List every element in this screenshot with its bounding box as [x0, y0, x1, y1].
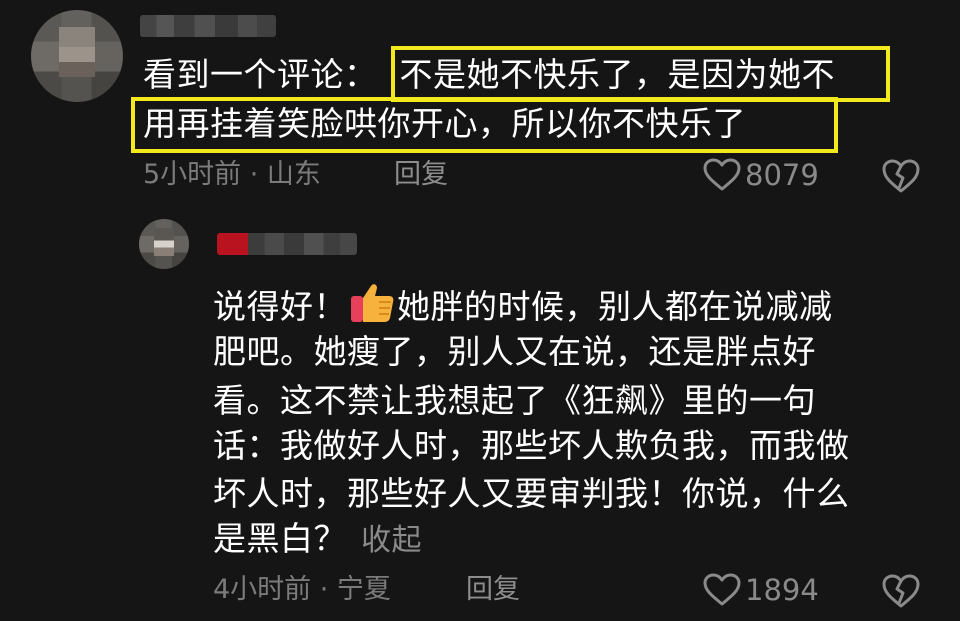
reply-text-segment: 说得好！ [213, 287, 347, 326]
reply-text-segment: 是黑白？ [213, 519, 347, 558]
reply-text-segment: 她胖的时候，别人都在说减减 [397, 287, 833, 326]
comment-reply-button[interactable]: 回复 [394, 158, 448, 192]
username-blurred[interactable] [140, 15, 276, 37]
heart-icon [703, 158, 741, 192]
comment-like-count: 8079 [745, 158, 819, 192]
reply-reply-button[interactable]: 回复 [466, 573, 520, 607]
reply-avatar[interactable] [139, 219, 189, 269]
reply-text-line-4: 话：我做好人时，那些坏人欺负我，而我做 [213, 426, 850, 465]
reply-like-button[interactable]: 1894 [703, 573, 819, 607]
highlight-box-1 [391, 46, 890, 102]
reply-time-location: 4小时前 · 宁夏 [213, 574, 391, 605]
comment-like-button[interactable]: 8079 [703, 158, 819, 192]
reply-like-count: 1894 [745, 573, 819, 607]
broken-heart-icon[interactable] [881, 158, 921, 194]
highlight-box-2 [131, 97, 838, 153]
reply-text-line-5: 坏人时，那些好人又要审判我！你说，什么 [213, 474, 850, 513]
comment-prefix: 看到一个评论： [143, 55, 378, 94]
reply-text-line-6: 是黑白？ 收起 [213, 518, 422, 562]
heart-icon [703, 573, 741, 607]
reply-text-line-2: 肥吧。她瘦了，别人又在说，还是胖点好 [213, 332, 816, 371]
reply-text-line-1: 说得好！ 她胖的时候，别人都在说减减 [213, 282, 833, 334]
broken-heart-icon[interactable] [881, 573, 921, 609]
collapse-button[interactable]: 收起 [361, 523, 422, 558]
comment-time-location: 5小时前 · 山东 [143, 159, 321, 190]
thumbs-up-emoji-icon [349, 282, 395, 334]
reply-username-blurred[interactable] [217, 233, 357, 255]
avatar[interactable] [31, 10, 123, 102]
reply-text-line-3: 看。这不禁让我想起了《狂飙》里的一句 [213, 381, 816, 420]
